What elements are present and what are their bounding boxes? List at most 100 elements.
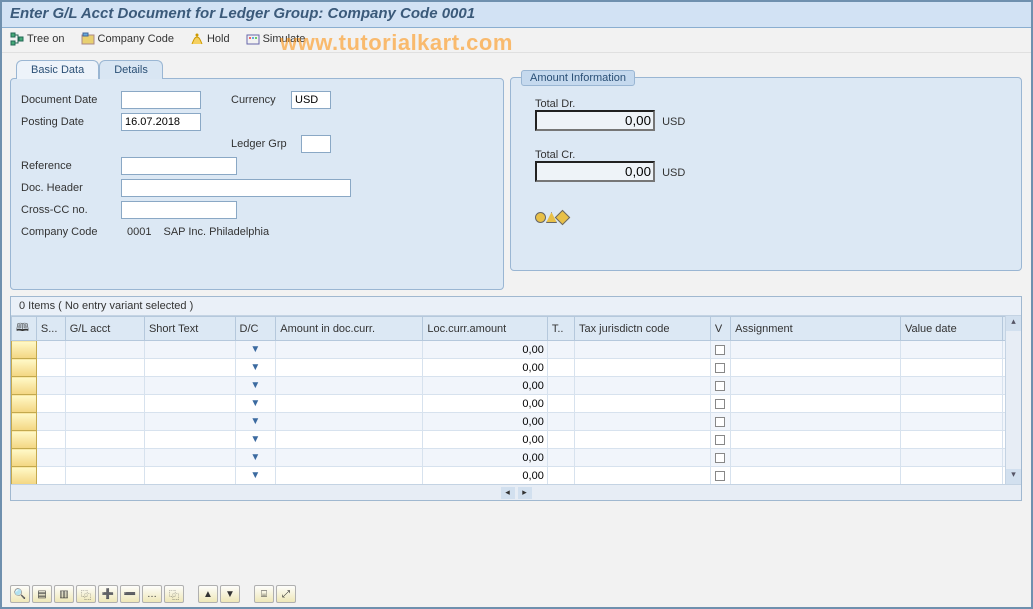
cell-assignment[interactable] xyxy=(731,377,901,395)
col-valuedate[interactable]: Value date xyxy=(900,317,1002,341)
simulate-button[interactable]: Simulate xyxy=(246,32,306,46)
currency-input[interactable] xyxy=(291,91,331,109)
delete-row-icon[interactable]: ➖ xyxy=(120,585,140,603)
row-selector[interactable] xyxy=(12,341,37,359)
cell-valuedate[interactable] xyxy=(900,341,1002,359)
hold-button[interactable]: Hold xyxy=(190,32,230,46)
cell-valuedate[interactable] xyxy=(900,395,1002,413)
cell-loccurr[interactable] xyxy=(423,359,547,377)
cell-taxjur[interactable] xyxy=(575,359,711,377)
cell-valuedate[interactable] xyxy=(900,377,1002,395)
cell-shorttext[interactable] xyxy=(144,377,235,395)
cell-t[interactable] xyxy=(547,449,574,467)
cell-valuedate[interactable] xyxy=(900,431,1002,449)
col-t[interactable]: T.. xyxy=(547,317,574,341)
cell-taxjur[interactable] xyxy=(575,413,711,431)
cell-glacct[interactable] xyxy=(65,395,144,413)
cell-status[interactable] xyxy=(36,413,65,431)
cell-status[interactable] xyxy=(36,359,65,377)
cell-taxjur[interactable] xyxy=(575,431,711,449)
scroll-down-icon[interactable]: ▾ xyxy=(1006,469,1021,484)
tab-basic-data[interactable]: Basic Data xyxy=(16,60,99,79)
cell-v[interactable] xyxy=(710,449,730,467)
scroll-left-icon[interactable]: ◂ xyxy=(501,487,515,499)
cell-t[interactable] xyxy=(547,413,574,431)
cell-amtdoc[interactable] xyxy=(276,341,423,359)
company-code-button[interactable]: Company Code xyxy=(81,32,174,46)
cell-t[interactable] xyxy=(547,467,574,485)
cell-glacct[interactable] xyxy=(65,377,144,395)
cell-t[interactable] xyxy=(547,431,574,449)
cell-amtdoc[interactable] xyxy=(276,377,423,395)
cell-v[interactable] xyxy=(710,431,730,449)
cell-status[interactable] xyxy=(36,431,65,449)
cell-v[interactable] xyxy=(710,467,730,485)
cell-loccurr[interactable] xyxy=(423,377,547,395)
cell-glacct[interactable] xyxy=(65,359,144,377)
sort-desc-icon[interactable]: ▼ xyxy=(220,585,240,603)
col-loccurr[interactable]: Loc.curr.amount xyxy=(423,317,547,341)
cell-amtdoc[interactable] xyxy=(276,431,423,449)
cell-assignment[interactable] xyxy=(731,413,901,431)
cell-loccurr[interactable] xyxy=(423,341,547,359)
sort-asc-icon[interactable]: ▲ xyxy=(198,585,218,603)
expand-icon[interactable]: ⤢ xyxy=(276,585,296,603)
cell-status[interactable] xyxy=(36,395,65,413)
cell-glacct[interactable] xyxy=(65,449,144,467)
scroll-up-icon[interactable]: ▴ xyxy=(1006,316,1021,331)
cell-taxjur[interactable] xyxy=(575,377,711,395)
row-selector[interactable] xyxy=(12,359,37,377)
cell-dc[interactable]: ▼ xyxy=(235,431,276,449)
cell-t[interactable] xyxy=(547,395,574,413)
cell-dc[interactable]: ▼ xyxy=(235,359,276,377)
cell-amtdoc[interactable] xyxy=(276,467,423,485)
cell-shorttext[interactable] xyxy=(144,467,235,485)
row-selector[interactable] xyxy=(12,467,37,485)
row-selector[interactable] xyxy=(12,395,37,413)
cell-t[interactable] xyxy=(547,341,574,359)
posting-date-input[interactable] xyxy=(121,113,201,131)
row-selector[interactable] xyxy=(12,449,37,467)
cell-assignment[interactable] xyxy=(731,449,901,467)
insert-row-icon[interactable]: ➕ xyxy=(98,585,118,603)
col-taxjur[interactable]: Tax jurisdictn code xyxy=(575,317,711,341)
col-shorttext[interactable]: Short Text xyxy=(144,317,235,341)
cross-cc-input[interactable] xyxy=(121,201,237,219)
cell-glacct[interactable] xyxy=(65,431,144,449)
col-dc[interactable]: D/C xyxy=(235,317,276,341)
cell-v[interactable] xyxy=(710,359,730,377)
cell-dc[interactable]: ▼ xyxy=(235,395,276,413)
cell-shorttext[interactable] xyxy=(144,449,235,467)
more-icon[interactable]: … xyxy=(142,585,162,603)
cell-amtdoc[interactable] xyxy=(276,395,423,413)
select-all-icon[interactable]: ▤ xyxy=(32,585,52,603)
cell-dc[interactable]: ▼ xyxy=(235,341,276,359)
cell-loccurr[interactable] xyxy=(423,431,547,449)
cell-shorttext[interactable] xyxy=(144,341,235,359)
cell-loccurr[interactable] xyxy=(423,467,547,485)
col-v[interactable]: V xyxy=(710,317,730,341)
cell-shorttext[interactable] xyxy=(144,413,235,431)
col-glacct[interactable]: G/L acct xyxy=(65,317,144,341)
cell-v[interactable] xyxy=(710,341,730,359)
cell-amtdoc[interactable] xyxy=(276,413,423,431)
tree-on-button[interactable]: Tree on xyxy=(10,32,65,46)
cell-glacct[interactable] xyxy=(65,341,144,359)
cell-valuedate[interactable] xyxy=(900,359,1002,377)
cell-loccurr[interactable] xyxy=(423,413,547,431)
cell-taxjur[interactable] xyxy=(575,341,711,359)
cell-assignment[interactable] xyxy=(731,395,901,413)
cell-status[interactable] xyxy=(36,341,65,359)
cell-taxjur[interactable] xyxy=(575,395,711,413)
reference-input[interactable] xyxy=(121,157,237,175)
cell-shorttext[interactable] xyxy=(144,395,235,413)
col-assignment[interactable]: Assignment xyxy=(731,317,901,341)
cell-status[interactable] xyxy=(36,377,65,395)
cell-glacct[interactable] xyxy=(65,467,144,485)
cell-dc[interactable]: ▼ xyxy=(235,449,276,467)
vertical-scrollbar[interactable]: ▴ ▾ xyxy=(1005,316,1021,484)
cell-assignment[interactable] xyxy=(731,341,901,359)
document-date-input[interactable] xyxy=(121,91,201,109)
horizontal-scrollbar[interactable]: ◂ ▸ xyxy=(11,484,1021,500)
cell-v[interactable] xyxy=(710,413,730,431)
